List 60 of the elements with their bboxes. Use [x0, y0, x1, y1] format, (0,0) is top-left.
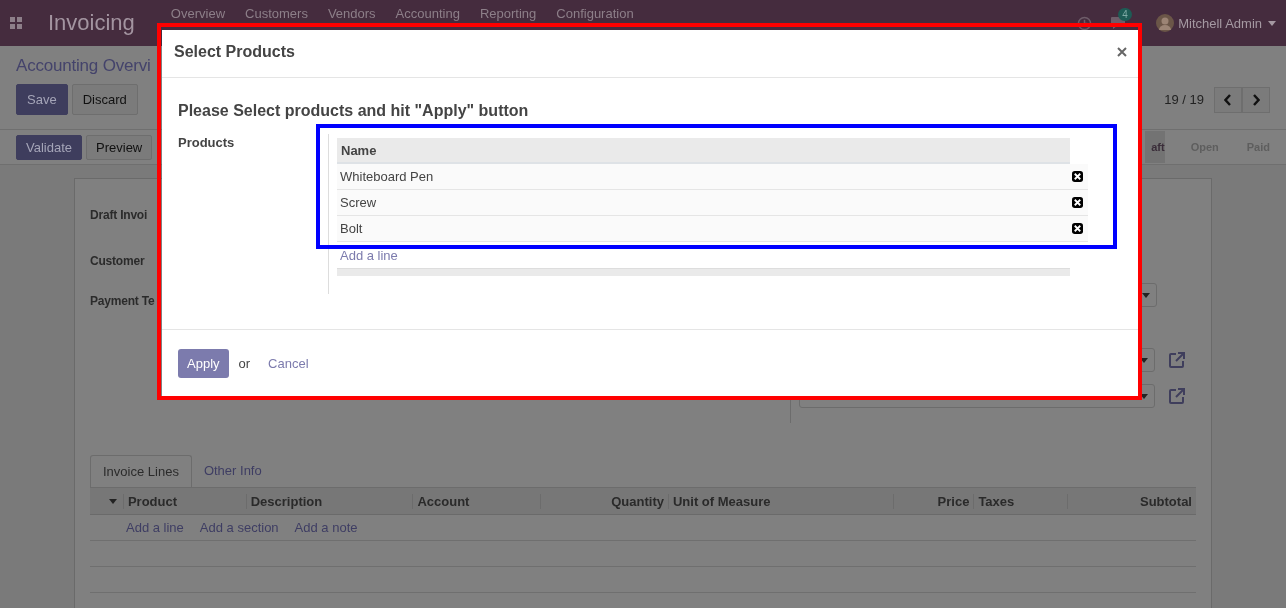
chevron-right-icon	[1252, 93, 1260, 106]
previous-button[interactable]	[1214, 86, 1242, 113]
apply-button[interactable]: Apply	[178, 348, 229, 378]
menu-item[interactable]: Reporting	[479, 6, 537, 21]
sort-caret-icon[interactable]	[108, 498, 117, 504]
field-label: Products	[178, 134, 236, 152]
avatar-icon[interactable]	[1156, 14, 1175, 32]
column-header[interactable]: Unit of Measure	[667, 493, 893, 509]
column-header[interactable]: Subtotal	[1067, 493, 1196, 509]
add-link[interactable]: Add a note	[294, 520, 358, 535]
apps-menu-icon[interactable]	[10, 17, 22, 29]
cancel-link[interactable]: Cancel	[268, 355, 309, 371]
add-line-link[interactable]: Add a line	[340, 248, 1079, 263]
menu-item[interactable]: Overview	[170, 6, 226, 21]
dialog-title: Select Products	[174, 42, 295, 61]
menu-item[interactable]: Vendors	[327, 6, 376, 21]
tab[interactable]: Other Info	[191, 455, 274, 487]
delete-icon[interactable]	[1072, 223, 1083, 234]
notification-badge: 4	[1118, 8, 1132, 21]
discard-button[interactable]: Discard	[71, 84, 138, 115]
caret-icon[interactable]	[1268, 20, 1276, 26]
column-header[interactable]: Account	[412, 493, 541, 509]
user-menu[interactable]: Mitchell Admin	[1178, 15, 1262, 31]
table-cell: Bolt	[340, 221, 363, 236]
column-header[interactable]: Taxes	[973, 493, 1068, 509]
column-header[interactable]: Product	[122, 493, 246, 509]
menu-item[interactable]: Configuration	[556, 6, 634, 21]
delete-icon[interactable]	[1072, 171, 1083, 182]
preview-button[interactable]: Preview	[86, 134, 153, 160]
close-icon[interactable]	[1117, 46, 1127, 57]
external-link-icon[interactable]	[1167, 350, 1187, 370]
column-header[interactable]: Price	[892, 493, 974, 509]
table-cell: Screw	[340, 195, 377, 210]
table-cell: Whiteboard Pen	[340, 169, 434, 184]
chevron-left-icon	[1224, 93, 1232, 106]
column-header[interactable]: Description	[245, 493, 413, 509]
field-label: Draft Invoi	[90, 208, 148, 222]
caret-icon	[1140, 357, 1148, 363]
field-label: Payment Te	[90, 294, 155, 308]
column-header[interactable]: Quantity	[540, 493, 668, 509]
add-link[interactable]: Add a line	[126, 520, 184, 535]
app-title: Invoicing	[48, 10, 135, 36]
caret-icon	[1140, 393, 1148, 399]
tab[interactable]: Invoice Lines	[90, 455, 192, 487]
caret-icon	[1142, 292, 1150, 298]
column-header: Name	[337, 138, 1070, 164]
menu-item[interactable]: Accounting	[395, 6, 460, 21]
field-label: Customer	[90, 254, 145, 268]
validate-button[interactable]: Validate	[16, 134, 82, 160]
save-button[interactable]: Save	[16, 84, 68, 115]
dialog-heading: Please Select products and hit "Apply" button	[178, 102, 530, 120]
pager-counter: 19 / 19	[1164, 92, 1204, 107]
next-button[interactable]	[1242, 86, 1270, 113]
or-text: or	[238, 355, 251, 371]
menu-item[interactable]: Customers	[245, 6, 308, 21]
delete-icon[interactable]	[1072, 197, 1083, 208]
add-link[interactable]: Add a section	[199, 520, 279, 535]
clock-icon[interactable]	[1077, 15, 1093, 31]
external-link-icon[interactable]	[1167, 386, 1187, 406]
status-step[interactable]: aft	[1145, 131, 1165, 163]
